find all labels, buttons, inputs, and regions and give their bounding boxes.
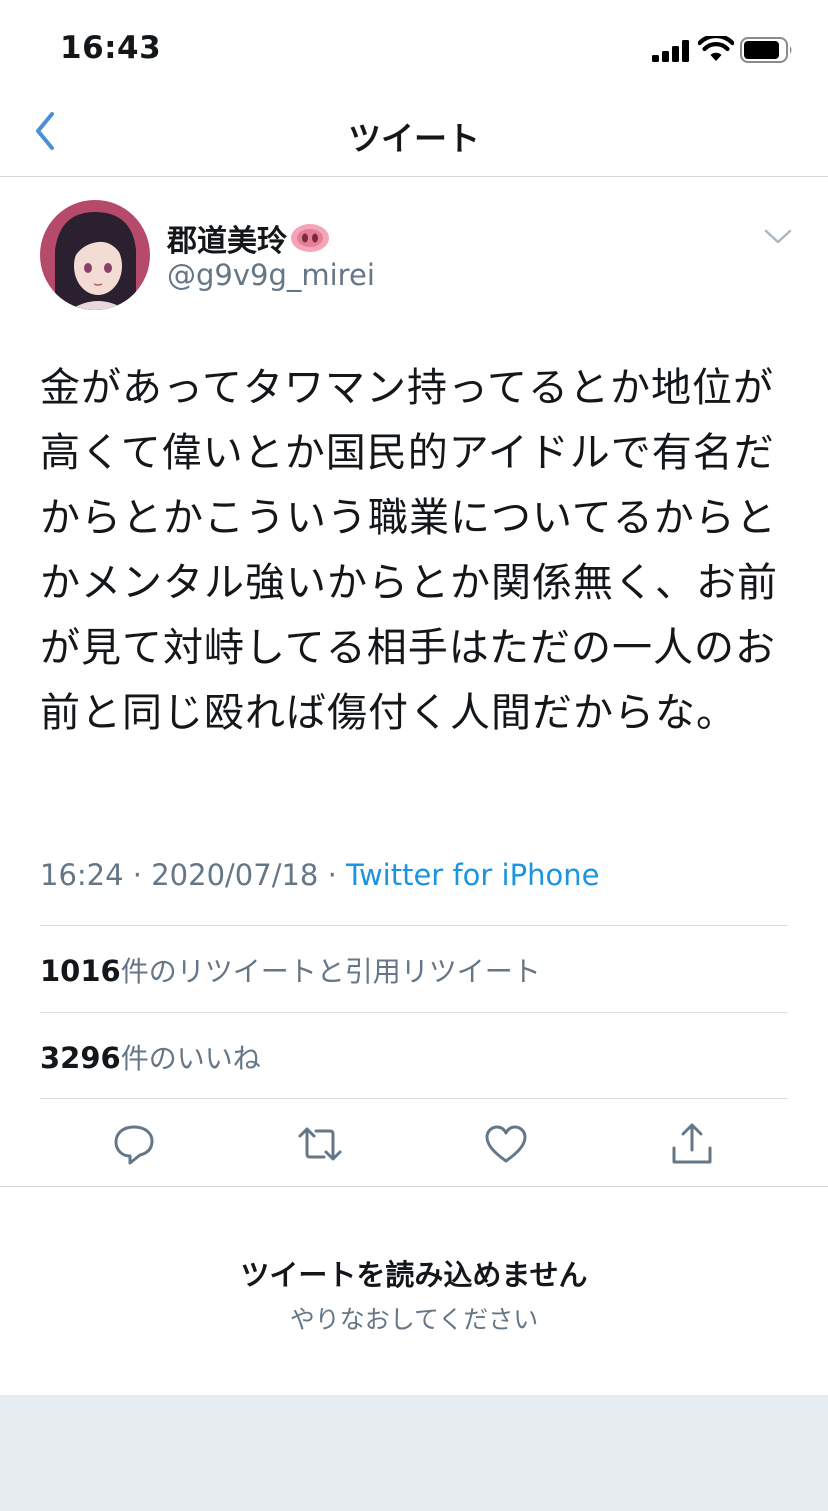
retry-link[interactable]: やりなおしてください <box>290 1300 539 1336</box>
tweet-timestamp: 16:24 · 2020/07/18 · <box>40 858 347 892</box>
author-handle[interactable]: @g9v9g_mirei <box>167 258 375 292</box>
divider <box>40 925 788 926</box>
status-bar: 16:43 <box>0 0 828 96</box>
retweet-count: 1016 <box>40 954 121 988</box>
error-title: ツイートを読み込めません <box>240 1258 588 1292</box>
load-error: ツイートを読み込めません やりなおしてください <box>0 1252 828 1336</box>
retweet-stats[interactable]: 1016件のリツイートと引用リツイート <box>40 950 541 990</box>
avatar[interactable] <box>40 200 150 310</box>
like-count: 3296 <box>40 1041 121 1075</box>
battery-icon <box>740 37 792 63</box>
retweet-icon <box>298 1127 342 1161</box>
tweet-source-link[interactable]: Twitter for iPhone <box>346 858 599 892</box>
author-name-row[interactable]: 郡道美玲 <box>167 216 331 260</box>
chevron-down-icon <box>764 229 792 244</box>
reply-button[interactable] <box>110 1120 158 1168</box>
avatar-image <box>40 200 150 310</box>
like-label: 件のいいね <box>120 1042 261 1075</box>
retweet-label: 件のリツイートと引用リツイート <box>120 955 541 988</box>
share-button[interactable] <box>668 1120 716 1168</box>
more-options-button[interactable] <box>762 222 794 250</box>
divider <box>0 1186 828 1187</box>
like-stats[interactable]: 3296件のいいね <box>40 1037 261 1077</box>
wifi-icon <box>698 36 734 61</box>
signal-icon <box>652 40 689 62</box>
share-icon <box>672 1123 712 1164</box>
page-title: ツイート <box>348 119 480 158</box>
nav-bar: ツイート <box>0 96 828 177</box>
reply-icon <box>114 1125 154 1165</box>
status-time: 16:43 <box>60 30 162 66</box>
tweet-text: 金があってタワマン持ってるとか地位が高くて偉いとか国民的アイドルで有名だからとか… <box>40 365 778 736</box>
tweet-meta: 16:24 · 2020/07/18 · Twitter for iPhone <box>40 858 599 892</box>
retweet-button[interactable] <box>296 1120 344 1168</box>
bottom-area <box>0 1395 828 1511</box>
like-button[interactable] <box>482 1120 530 1168</box>
pig-nose-icon <box>291 224 329 252</box>
divider <box>40 1012 788 1013</box>
heart-icon <box>485 1125 527 1163</box>
author-name: 郡道美玲 <box>167 224 287 259</box>
divider <box>40 1098 788 1099</box>
